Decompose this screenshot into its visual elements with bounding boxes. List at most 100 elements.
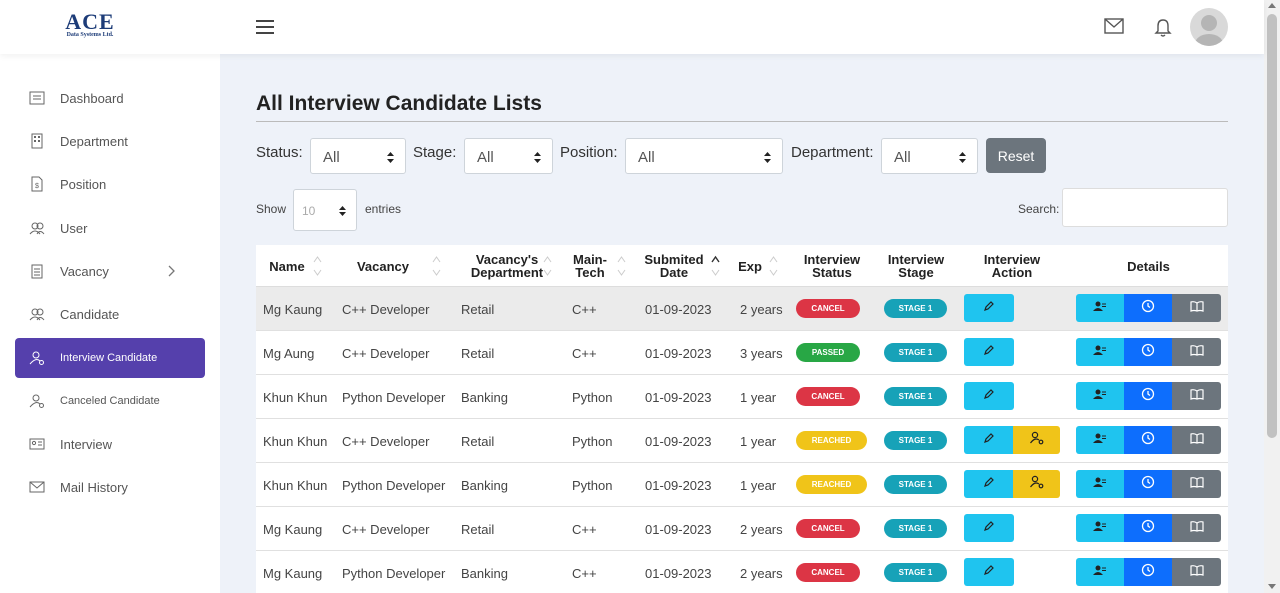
edit-interview-button[interactable] bbox=[964, 470, 1014, 498]
position-filter-select[interactable]: All bbox=[625, 138, 783, 174]
interview-history-button[interactable] bbox=[1124, 558, 1172, 586]
candidate-info-button[interactable] bbox=[1076, 294, 1124, 322]
hamburger-menu-icon[interactable] bbox=[256, 20, 274, 34]
candidate-details-button[interactable] bbox=[1172, 514, 1221, 542]
sort-icon[interactable] bbox=[432, 254, 441, 278]
candidate-details-button[interactable] bbox=[1172, 382, 1221, 410]
logo-main-text: ACE bbox=[65, 9, 115, 34]
candidate-info-button[interactable] bbox=[1076, 470, 1124, 498]
edit-interview-button[interactable] bbox=[964, 426, 1014, 454]
interview-history-button[interactable] bbox=[1124, 294, 1172, 322]
stage-filter-select[interactable]: All bbox=[464, 138, 553, 174]
sidebar-item-label: Interview bbox=[60, 436, 113, 452]
stage-filter-value: All bbox=[477, 149, 494, 166]
edit-interview-button[interactable] bbox=[964, 382, 1014, 410]
sidebar-item-interview[interactable]: Interview bbox=[15, 424, 205, 464]
interview-status-badge: CANCEL bbox=[796, 299, 860, 318]
cell-main-tech: Python bbox=[572, 477, 613, 493]
candidate-info-button[interactable] bbox=[1076, 514, 1124, 542]
book-icon bbox=[1189, 299, 1204, 317]
users-icon bbox=[29, 308, 45, 321]
cell-department: Retail bbox=[461, 433, 495, 449]
bell-icon[interactable] bbox=[1154, 18, 1172, 38]
search-label: Search: bbox=[1018, 202, 1060, 216]
interview-history-button[interactable] bbox=[1124, 382, 1172, 410]
column-header-main-tech[interactable]: Main- Tech bbox=[568, 245, 612, 287]
status-filter-select[interactable]: All bbox=[310, 138, 406, 174]
user-info-icon bbox=[1093, 475, 1107, 493]
top-header: ACE Data Systems Ltd. bbox=[0, 0, 1264, 54]
sort-icon[interactable] bbox=[543, 254, 552, 278]
sidebar-item-candidate[interactable]: Candidate bbox=[15, 294, 205, 334]
column-header-vacancy-department[interactable]: Vacancy's Department bbox=[460, 245, 554, 287]
candidate-details-button[interactable] bbox=[1172, 470, 1221, 498]
department-filter-select[interactable]: All bbox=[881, 138, 978, 174]
edit-interview-button[interactable] bbox=[964, 338, 1014, 366]
candidate-details-button[interactable] bbox=[1172, 426, 1221, 454]
edit-interview-button[interactable] bbox=[964, 514, 1014, 542]
sort-icon[interactable] bbox=[617, 254, 626, 278]
sort-icon[interactable] bbox=[313, 254, 322, 278]
column-header-name[interactable]: Name bbox=[256, 245, 318, 287]
scroll-up-arrow-icon[interactable] bbox=[1268, 3, 1276, 8]
department-filter-value: All bbox=[894, 149, 911, 166]
candidate-details-button[interactable] bbox=[1172, 338, 1221, 366]
book-icon bbox=[1189, 343, 1204, 361]
column-header-exp[interactable]: Exp bbox=[735, 245, 765, 287]
book-icon bbox=[1189, 475, 1204, 493]
vertical-scrollbar[interactable] bbox=[1264, 0, 1280, 593]
header-label: Exp bbox=[738, 258, 762, 274]
sidebar-item-interview-candidate[interactable]: Interview Candidate bbox=[15, 338, 205, 378]
cell-department: Banking bbox=[461, 565, 508, 581]
sidebar-item-user[interactable]: User bbox=[15, 208, 205, 248]
sidebar-item-dashboard[interactable]: Dashboard bbox=[15, 78, 205, 118]
cell-exp: 2 years bbox=[740, 521, 783, 537]
sort-ascending-icon[interactable] bbox=[711, 254, 720, 278]
candidate-details-button[interactable] bbox=[1172, 558, 1221, 586]
search-input[interactable] bbox=[1062, 188, 1228, 227]
assign-interviewer-button[interactable] bbox=[1013, 470, 1060, 498]
reset-button[interactable]: Reset bbox=[986, 138, 1046, 173]
edit-interview-button[interactable] bbox=[964, 558, 1014, 586]
sidebar-item-label: Position bbox=[60, 176, 107, 192]
user-info-icon bbox=[1093, 343, 1107, 361]
sidebar-item-position[interactable]: $ Position bbox=[15, 164, 205, 204]
candidate-info-button[interactable] bbox=[1076, 338, 1124, 366]
sidebar-item-vacancy[interactable]: Vacancy bbox=[15, 251, 205, 291]
candidate-info-button[interactable] bbox=[1076, 558, 1124, 586]
scroll-down-arrow-icon[interactable] bbox=[1268, 584, 1276, 589]
user-settings-icon bbox=[29, 394, 44, 408]
cell-name: Mg Kaung bbox=[263, 521, 323, 537]
user-avatar[interactable] bbox=[1190, 8, 1228, 46]
cell-vacancy: Python Developer bbox=[342, 565, 446, 581]
column-header-submitted-date[interactable]: Submited Date bbox=[641, 245, 707, 287]
sidebar-item-label: Dashboard bbox=[60, 90, 124, 106]
candidate-info-button[interactable] bbox=[1076, 426, 1124, 454]
company-logo[interactable]: ACE Data Systems Ltd. bbox=[60, 9, 120, 39]
interview-history-button[interactable] bbox=[1124, 338, 1172, 366]
cell-department: Retail bbox=[461, 345, 495, 361]
interview-history-button[interactable] bbox=[1124, 470, 1172, 498]
edit-interview-button[interactable] bbox=[964, 294, 1014, 322]
sidebar-item-department[interactable]: Department bbox=[15, 121, 205, 161]
entries-per-page-select[interactable]: 10 bbox=[293, 189, 357, 231]
user-info-icon bbox=[1093, 431, 1107, 449]
sort-icon[interactable] bbox=[769, 254, 778, 278]
column-header-vacancy[interactable]: Vacancy bbox=[340, 245, 426, 287]
scroll-thumb[interactable] bbox=[1267, 14, 1277, 438]
sidebar-item-mail-history[interactable]: Mail History bbox=[15, 467, 205, 507]
sidebar-item-canceled-candidate[interactable]: Canceled Candidate bbox=[15, 381, 205, 421]
mail-icon[interactable] bbox=[1104, 18, 1124, 34]
interview-history-button[interactable] bbox=[1124, 426, 1172, 454]
title-divider bbox=[256, 121, 1228, 122]
assign-interviewer-button[interactable] bbox=[1013, 426, 1060, 454]
cell-vacancy: Python Developer bbox=[342, 389, 446, 405]
user-info-icon bbox=[1093, 299, 1107, 317]
candidate-info-button[interactable] bbox=[1076, 382, 1124, 410]
interview-status-badge: CANCEL bbox=[796, 519, 860, 538]
user-settings-icon bbox=[1029, 475, 1044, 494]
interview-history-button[interactable] bbox=[1124, 514, 1172, 542]
column-header-details: Details bbox=[1076, 245, 1221, 287]
candidate-details-button[interactable] bbox=[1172, 294, 1221, 322]
clock-icon bbox=[1141, 431, 1155, 450]
